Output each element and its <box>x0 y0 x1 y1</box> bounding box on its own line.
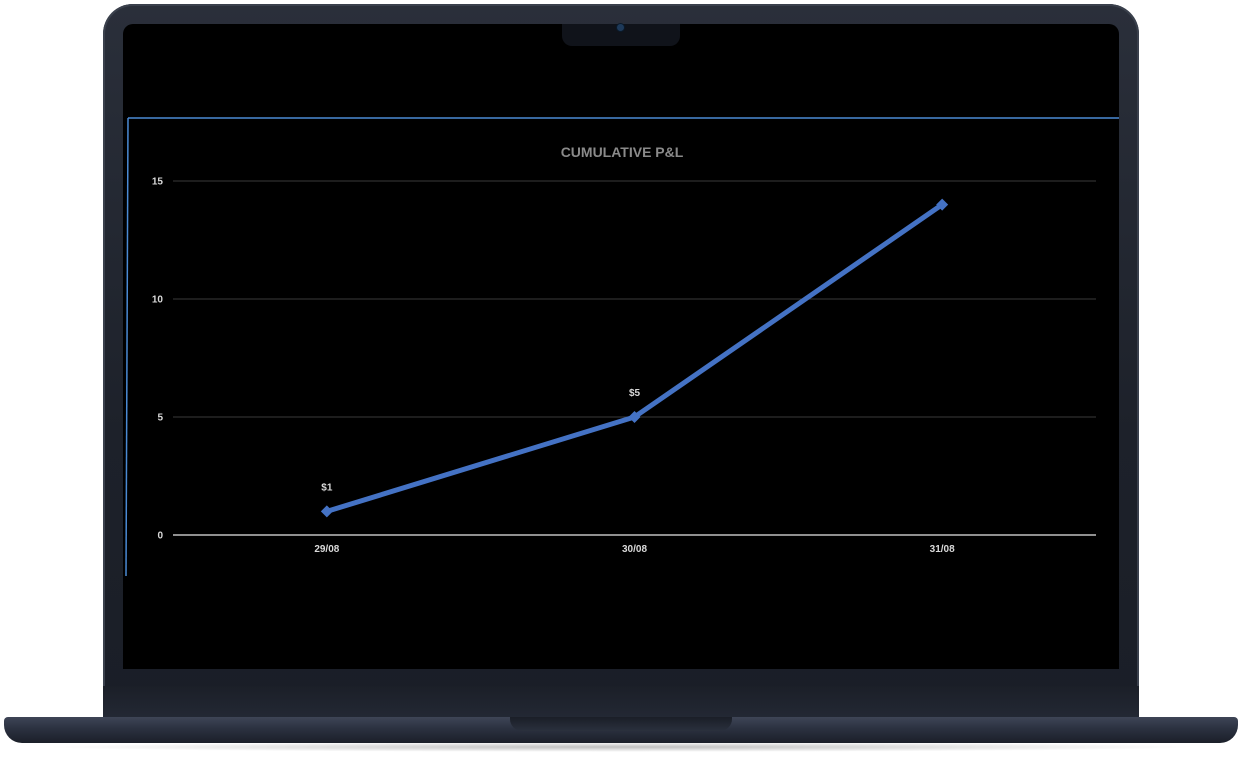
data-point-marker <box>320 505 333 518</box>
data-label: $1 <box>321 482 333 493</box>
camera-icon <box>617 24 624 31</box>
gridlines <box>173 180 1096 536</box>
x-tick-label: 30/08 <box>622 544 647 555</box>
series-line-path <box>324 202 945 514</box>
laptop-screen: CUMULATIVE P&L 0 5 10 15 29/08 30/08 31/08 $1… <box>123 24 1119 669</box>
data-label: $5 <box>629 388 641 399</box>
y-tick-label: 5 <box>157 413 163 424</box>
y-tick-label: 15 <box>152 177 164 188</box>
laptop-opening-groove <box>510 717 732 731</box>
series-line <box>324 202 945 514</box>
y-tick-label: 10 <box>152 295 164 306</box>
laptop-mockup: CUMULATIVE P&L 0 5 10 15 29/08 30/08 31/08 $1… <box>0 0 1242 758</box>
laptop-chin <box>103 686 1139 718</box>
data-labels: $1 $5 <box>321 388 640 493</box>
x-axis-tick-labels: 29/08 30/08 31/08 <box>314 544 955 555</box>
x-tick-label: 31/08 <box>930 544 955 555</box>
chart-title: CUMULATIVE P&L <box>561 144 684 160</box>
y-axis-tick-labels: 0 5 10 15 <box>152 177 164 542</box>
laptop-shadow <box>40 742 1202 752</box>
cumulative-pnl-chart: CUMULATIVE P&L 0 5 10 15 29/08 30/08 31/08 $1… <box>125 117 1119 577</box>
chart-frame-left <box>125 117 129 577</box>
x-tick-label: 29/08 <box>314 544 339 555</box>
series-markers <box>320 198 949 518</box>
y-tick-label: 0 <box>157 531 163 542</box>
